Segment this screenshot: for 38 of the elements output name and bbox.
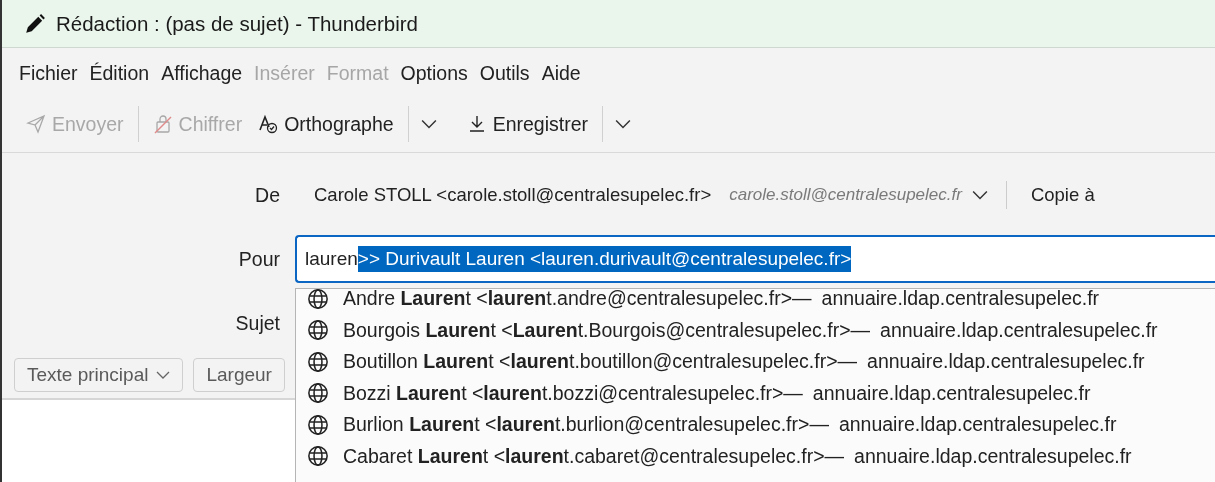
chevron-down-icon bbox=[615, 119, 631, 129]
menu-item[interactable]: Aide bbox=[541, 61, 581, 85]
globe-icon bbox=[307, 289, 329, 310]
send-icon bbox=[26, 114, 46, 134]
menu-item[interactable]: Options bbox=[400, 61, 468, 85]
recipient-field[interactable]: lauren>> Durivault Lauren <lauren.durivault@centralesupelec.fr> bbox=[295, 235, 1215, 283]
globe-icon bbox=[307, 413, 329, 436]
globe-icon bbox=[307, 350, 329, 373]
chevron-down-icon bbox=[420, 119, 437, 129]
spelling-button[interactable]: Orthographe bbox=[250, 108, 402, 140]
identity-address: carole.stoll@centralesupelec.fr bbox=[729, 185, 962, 205]
pencil-icon bbox=[24, 12, 46, 35]
paragraph-format-dropdown[interactable]: Texte principal bbox=[14, 358, 184, 392]
subject-label: Sujet bbox=[234, 311, 280, 335]
autocomplete-item[interactable]: Bozzi Laurent <laurent.bozzi@centralesupelec.fr>— annuaire.ldap.centralesupelec.fr bbox=[296, 377, 1215, 409]
save-button[interactable]: Enregistrer bbox=[458, 108, 596, 140]
from-label: De bbox=[254, 183, 280, 207]
autocomplete-item[interactable]: Cabaret Laurent <laurent.cabaret@centralesupelec.fr>— annuaire.ldap.centralesupelec.fr bbox=[296, 440, 1215, 472]
autocomplete-item[interactable]: Burlion Laurent <laurent.burlion@centralesupelec.fr>— annuaire.ldap.centralesupelec.fr bbox=[296, 409, 1215, 441]
menu-item[interactable]: Fichier bbox=[19, 61, 78, 85]
chevron-down-icon bbox=[156, 371, 171, 379]
window-title: Rédaction : (pas de sujet) - Thunderbird bbox=[56, 11, 418, 36]
autocomplete-item[interactable]: Bourgois Laurent <Laurent.Bourgois@centralesupelec.fr>— annuaire.ldap.centralesupelec.fr bbox=[296, 314, 1215, 346]
globe-icon bbox=[307, 382, 329, 405]
autocomplete-item[interactable]: Andre Laurent <laurent.andre@centralesupelec.fr>— annuaire.ldap.centralesupelec.fr bbox=[296, 289, 1215, 315]
crossed-lock-icon bbox=[152, 114, 173, 134]
spellcheck-icon bbox=[258, 114, 279, 134]
globe-icon bbox=[307, 319, 329, 342]
menu-item[interactable]: Édition bbox=[89, 61, 150, 85]
menu-item[interactable]: Outils bbox=[479, 61, 530, 85]
cc-button[interactable]: Copie à bbox=[1026, 180, 1099, 210]
chevron-down-icon[interactable] bbox=[971, 190, 988, 200]
autocomplete-item[interactable]: Boutillon Laurent <laurent.boutillon@centralesupelec.fr>— annuaire.ldap.centralesupelec.fr bbox=[296, 346, 1215, 378]
from-field[interactable]: Carole STOLL <carole.stoll@centralesupelec.fr> bbox=[314, 184, 712, 206]
font-dropdown[interactable]: Largeur bbox=[193, 358, 285, 392]
to-label: Pour bbox=[237, 247, 280, 271]
menu-item[interactable]: Affichage bbox=[161, 61, 243, 85]
globe-icon bbox=[307, 445, 329, 468]
